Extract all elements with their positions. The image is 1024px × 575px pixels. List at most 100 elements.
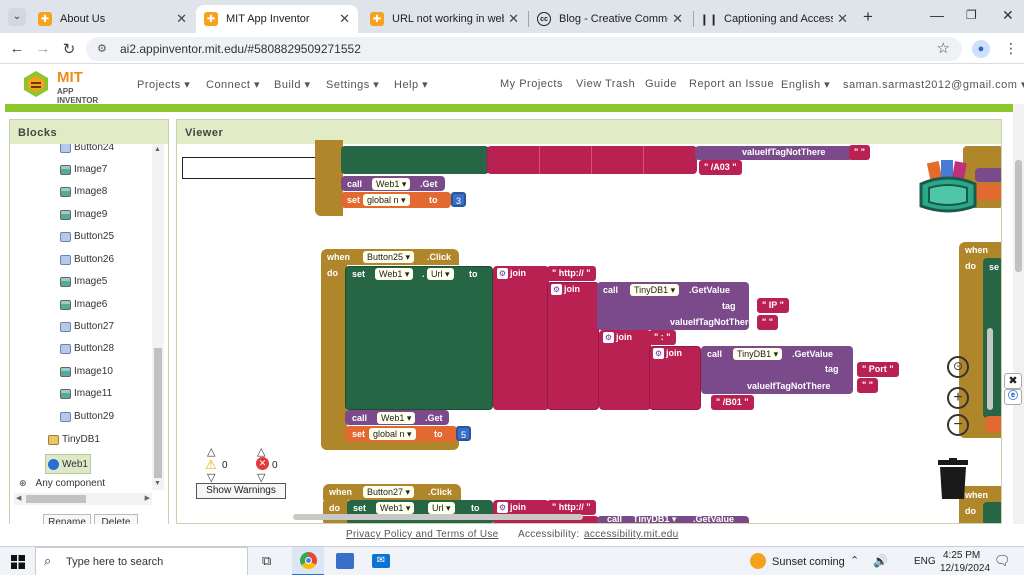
close-icon[interactable]: ✕ — [672, 11, 683, 27]
text-port[interactable]: " Port " — [857, 362, 899, 377]
show-warnings-button[interactable]: Show Warnings — [196, 483, 286, 499]
zoom-in-icon[interactable]: + — [947, 387, 969, 409]
component-dropdown[interactable]: TinyDB1 ▾ — [733, 348, 783, 360]
property-dropdown[interactable]: Url ▾ — [427, 268, 454, 280]
component-dropdown[interactable]: Web1 ▾ — [376, 502, 415, 514]
clock-time[interactable]: 4:25 PM — [943, 550, 980, 561]
browser-menu-icon[interactable]: ⋮ — [1004, 40, 1018, 57]
tray-chevron-icon[interactable]: ⌃ — [850, 554, 859, 567]
scroll-down-icon[interactable]: ▼ — [154, 480, 161, 487]
text-empty[interactable]: " " — [849, 145, 871, 160]
restore-icon[interactable]: ❐ — [966, 8, 977, 22]
clock-date[interactable]: 12/19/2024 — [940, 563, 990, 574]
speaker-icon[interactable]: 🔊 — [873, 554, 888, 568]
privacy-link[interactable]: Privacy Policy and Terms of Use — [346, 529, 499, 540]
gear-icon[interactable]: ⚙ — [497, 268, 508, 280]
tree-item[interactable]: ⊕ Any component — [19, 478, 105, 489]
browser-tab[interactable]: ❙❙ Captioning and Accessibility ✕ — [694, 5, 856, 33]
text-a03[interactable]: " /A03 " — [699, 160, 742, 175]
text-b01[interactable]: " /B01 " — [711, 395, 754, 410]
expand-plus-icon[interactable]: ⊕ — [19, 478, 27, 489]
browser-tab[interactable]: ✚ URL not working in webview ✕ — [362, 5, 527, 33]
zoom-out-icon[interactable]: − — [947, 414, 969, 436]
tree-item-selected[interactable]: Web1 — [45, 454, 91, 474]
component-dropdown[interactable]: TinyDB1 ▾ — [630, 284, 680, 296]
browser-tab-active[interactable]: ✚ MIT App Inventor ✕ — [196, 5, 358, 33]
mail-icon[interactable]: ✉ — [372, 554, 390, 568]
weather-text[interactable]: Sunset coming — [772, 556, 845, 568]
text-empty[interactable]: " " — [857, 378, 879, 393]
gear-icon[interactable]: ⚙ — [551, 284, 562, 296]
notification-icon[interactable]: 🗨 — [994, 553, 1011, 569]
link-guide[interactable]: Guide — [645, 78, 677, 90]
taskbar-search-box[interactable]: ⌕ Type here to search — [35, 547, 248, 575]
tree-item[interactable]: Image8 — [60, 186, 107, 197]
set-web1-url[interactable] — [345, 266, 493, 410]
scroll-left-icon[interactable]: ◀ — [16, 494, 21, 502]
text-colon[interactable]: " : " — [649, 330, 676, 345]
bookmark-star-icon[interactable]: ☆ — [937, 39, 950, 57]
site-info-icon[interactable]: ⚙ — [97, 42, 107, 55]
side-e-icon[interactable]: ⓔ — [1004, 389, 1022, 405]
link-report-issue[interactable]: Report an Issue — [689, 78, 774, 90]
menu-connect[interactable]: Connect ▾ — [206, 78, 260, 91]
tree-item[interactable]: Image11 — [60, 388, 112, 399]
link-view-trash[interactable]: View Trash — [576, 78, 635, 90]
workspace-search-input[interactable] — [182, 157, 334, 179]
url-field[interactable]: ⚙ ai2.appinventor.mit.edu/#5808829509271… — [86, 37, 962, 61]
property-dropdown[interactable]: Url ▾ — [428, 502, 455, 514]
tree-item[interactable]: Image6 — [60, 299, 107, 310]
menu-settings[interactable]: Settings ▾ — [326, 78, 379, 91]
tree-item[interactable]: Button29 — [60, 411, 114, 422]
page-scrollbar[interactable] — [1013, 104, 1024, 524]
text-http[interactable]: " http:// " — [547, 266, 596, 281]
tree-item[interactable]: Image10 — [60, 366, 113, 377]
app-inventor-logo[interactable]: MIT APP INVENTOR — [22, 68, 114, 105]
tinydb-getvalue-bottom[interactable]: call TinyDB1 ▾ .GetValue — [597, 516, 749, 523]
tree-item[interactable]: Button26 — [60, 254, 114, 265]
windows-start-icon[interactable] — [11, 555, 25, 569]
language-indicator[interactable]: ENG — [914, 556, 936, 567]
language-select[interactable]: English ▾ — [781, 78, 830, 91]
tree-item[interactable]: TinyDB1 — [48, 434, 100, 445]
join-block-outer[interactable] — [493, 266, 549, 410]
number-block[interactable]: 5 — [456, 426, 472, 441]
scroll-right-icon[interactable]: ▶ — [145, 494, 150, 502]
app-icon[interactable] — [336, 553, 354, 569]
menu-help[interactable]: Help ▾ — [394, 78, 428, 91]
tree-horizontal-scrollbar[interactable]: ◀ ▶ — [14, 493, 152, 505]
button-dropdown[interactable]: Button27 ▾ — [363, 486, 415, 498]
tree-item[interactable]: Button25 — [60, 231, 114, 242]
text-ip[interactable]: " IP " — [757, 298, 789, 313]
component-dropdown[interactable]: Web1 ▾ — [375, 268, 414, 280]
close-icon[interactable]: ✕ — [339, 11, 350, 27]
event-block-top[interactable] — [315, 140, 343, 216]
component-dropdown[interactable]: Web1 ▾ — [372, 178, 411, 190]
tree-item[interactable]: Image5 — [60, 276, 107, 287]
tree-item[interactable]: Image7 — [60, 164, 107, 175]
component-setter-top[interactable] — [341, 146, 489, 174]
forward-icon[interactable]: → — [34, 40, 52, 57]
tab-search-button[interactable]: ⌄ — [8, 8, 26, 26]
back-icon[interactable]: ← — [8, 40, 26, 57]
backpack-icon[interactable] — [915, 158, 981, 216]
workspace-scrollbar[interactable] — [293, 514, 583, 520]
reload-icon[interactable]: ↻ — [60, 40, 78, 58]
number-block[interactable]: 3 — [451, 192, 467, 207]
menu-projects[interactable]: Projects ▾ — [137, 78, 190, 91]
close-icon[interactable]: ✕ — [508, 11, 519, 27]
close-icon[interactable]: ✕ — [837, 11, 848, 27]
tree-item[interactable]: Button27 — [60, 321, 114, 332]
tree-item[interactable]: Image9 — [60, 209, 107, 220]
scrollbar-thumb[interactable] — [1015, 160, 1022, 272]
profile-icon[interactable]: ● — [972, 40, 990, 58]
browser-tab[interactable]: cc Blog - Creative Commons ✕ — [529, 5, 691, 33]
button-dropdown[interactable]: Button25 ▾ — [363, 251, 415, 263]
window-close-icon[interactable]: ✕ — [1002, 7, 1014, 24]
account-menu[interactable]: saman.sarmast2012@gmail.com ▾ — [843, 78, 1024, 91]
join-block-2[interactable] — [547, 282, 599, 410]
chrome-icon[interactable] — [292, 547, 324, 575]
component-dropdown[interactable]: Web1 ▾ — [377, 412, 416, 424]
scrollbar-thumb[interactable] — [26, 495, 86, 503]
text-empty[interactable]: " " — [757, 315, 779, 330]
